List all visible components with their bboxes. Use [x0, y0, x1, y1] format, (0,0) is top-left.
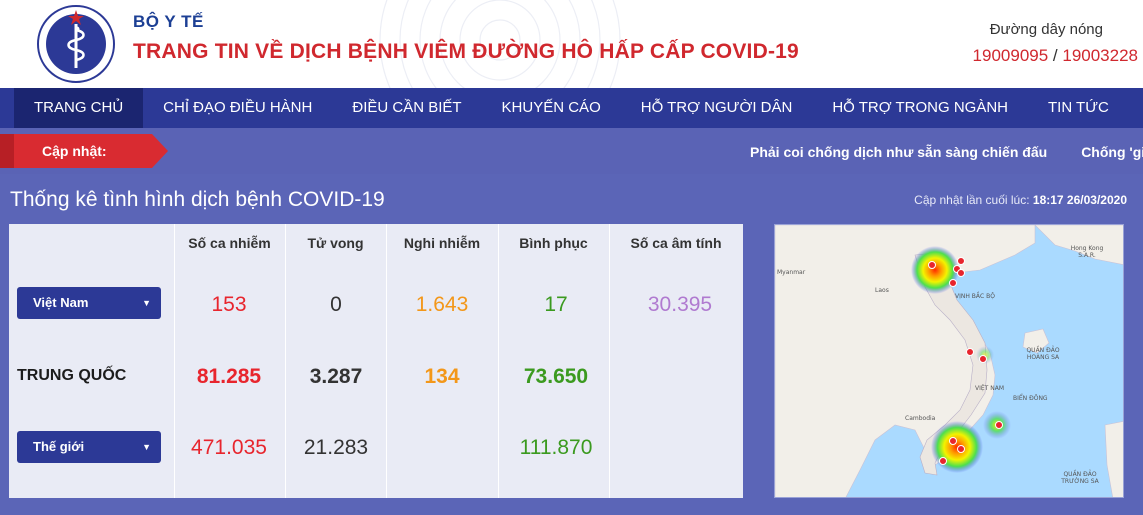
case-marker-icon [979, 355, 987, 363]
ticker-item[interactable]: Phải coi chống dịch như sẵn sàng chiến đ… [750, 144, 1047, 160]
case-marker-icon [957, 257, 965, 265]
nav-item-recommendations[interactable]: KHUYẾN CÁO [482, 88, 621, 128]
hotline-numbers: 19009095 / 19003228 [973, 46, 1138, 66]
land-mainland [775, 225, 1036, 497]
case-marker-icon [939, 457, 947, 465]
country-select-value: Việt Nam [33, 295, 89, 310]
case-marker-icon [957, 269, 965, 277]
row-label-china: TRUNG QUỐC [17, 367, 127, 384]
case-marker-icon [966, 348, 974, 356]
map-label-myanmar: Myanmar [777, 269, 806, 276]
hotline-separator: / [1048, 46, 1063, 65]
map-label-truong-sa: QUẦN ĐẢO TRƯỜNG SA [1061, 471, 1099, 485]
vn-cases: 153 [211, 293, 247, 316]
caret-down-icon: ▼ [142, 442, 151, 452]
region-select-value: Thế giới [33, 439, 85, 454]
land-philippines [1104, 421, 1123, 497]
heatmap-hotspot [931, 421, 983, 473]
cn-recovered: 73.650 [523, 365, 589, 388]
column-header-negative: Số ca âm tính [630, 235, 722, 251]
site-title[interactable]: TRANG TIN VỀ DỊCH BỆNH VIÊM ĐƯỜNG HÔ HẤP… [133, 40, 799, 64]
ticker-label: Cập nhật: [0, 134, 168, 168]
cn-suspected: 134 [424, 365, 460, 388]
case-marker-icon [928, 261, 936, 269]
nav-item-industry-support[interactable]: HỖ TRỢ TRONG NGÀNH [812, 88, 1028, 128]
stats-title: Thống kê tình hình dịch bệnh COVID-19 [10, 188, 385, 211]
region-select[interactable]: Thế giới ▼ [17, 431, 161, 463]
world-deaths: 21.283 [303, 436, 369, 459]
update-info: Cập nhật lần cuối lúc: 18:17 26/03/2020 [914, 193, 1127, 207]
ticker-text: Phải coi chống dịch như sẵn sàng chiến đ… [750, 144, 1143, 160]
covid-map[interactable]: Myanmar Laos VỊNH BẮC BỘ Hong Kong S.A.R… [774, 224, 1124, 498]
main-nav: TRANG CHỦ CHỈ ĐẠO ĐIỀU HÀNH ĐIỀU CẦN BIẾ… [0, 88, 1143, 128]
world-recovered: 111.870 [519, 436, 593, 459]
vn-suspected: 1.643 [415, 293, 469, 316]
case-marker-icon [957, 445, 965, 453]
news-ticker: Cập nhật: Phải coi chống dịch như sẵn sà… [0, 128, 1143, 174]
caret-down-icon: ▼ [142, 298, 151, 308]
world-cases: 471.035 [191, 436, 267, 459]
vn-recovered: 17 [544, 293, 568, 316]
cn-deaths: 3.287 [309, 365, 363, 388]
case-marker-icon [949, 437, 957, 445]
hotline-label: Đường dây nóng [989, 21, 1103, 38]
case-marker-icon [949, 279, 957, 287]
column-header-suspected: Nghi nhiễm [403, 235, 481, 251]
map-label-laos: Laos [875, 287, 889, 294]
header: BỘ Y TẾ TRANG TIN VỀ DỊCH BỆNH VIÊM ĐƯỜN… [0, 0, 1143, 88]
map-label-viet-nam: VIỆT NAM [975, 385, 1005, 392]
vn-negative: 30.395 [647, 293, 713, 316]
map-label-hong-kong: Hong Kong S.A.R. [1070, 245, 1104, 259]
map-label-bien-dong: BIỂN ĐÔNG [1013, 395, 1048, 402]
column-header-recovered: Bình phục [519, 235, 588, 251]
map-label-hoang-sa: QUẦN ĐẢO HOÀNG SA [1026, 347, 1060, 361]
map-label-vinh-bac-bo: VỊNH BẮC BỘ [955, 293, 995, 300]
ticker-label-text: Cập nhật: [42, 143, 107, 159]
nav-item-news[interactable]: TIN TỨC [1028, 88, 1129, 128]
vn-deaths: 0 [330, 293, 342, 316]
country-select[interactable]: Việt Nam ▼ [17, 287, 161, 319]
update-label: Cập nhật lần cuối lúc: [914, 193, 1030, 207]
nav-item-need-to-know[interactable]: ĐIỀU CẦN BIẾT [332, 88, 481, 128]
stats-table: Số ca nhiễm Tử vong Nghi nhiễm Bình phục… [9, 224, 743, 498]
nav-item-citizen-support[interactable]: HỖ TRỢ NGƯỜI DÂN [621, 88, 813, 128]
case-marker-icon [995, 421, 1003, 429]
nav-item-home[interactable]: TRANG CHỦ [14, 88, 144, 128]
ministry-logo[interactable] [36, 4, 116, 84]
column-header-cases: Số ca nhiễm [188, 235, 271, 251]
nav-item-direction[interactable]: CHỈ ĐẠO ĐIỀU HÀNH [143, 88, 332, 128]
map-label-cambodia: Cambodia [905, 415, 936, 422]
hotline-number-2[interactable]: 19003228 [1062, 46, 1138, 65]
ticker-item[interactable]: Chống 'giặc [1081, 144, 1143, 160]
cn-cases: 81.285 [196, 365, 262, 388]
hotline-number-1[interactable]: 19009095 [973, 46, 1049, 65]
map-canvas[interactable] [775, 225, 1124, 498]
org-name: BỘ Y TẾ [133, 12, 204, 31]
column-divider [498, 224, 499, 498]
update-time: 18:17 26/03/2020 [1032, 193, 1127, 207]
column-header-deaths: Tử vong [307, 235, 364, 251]
